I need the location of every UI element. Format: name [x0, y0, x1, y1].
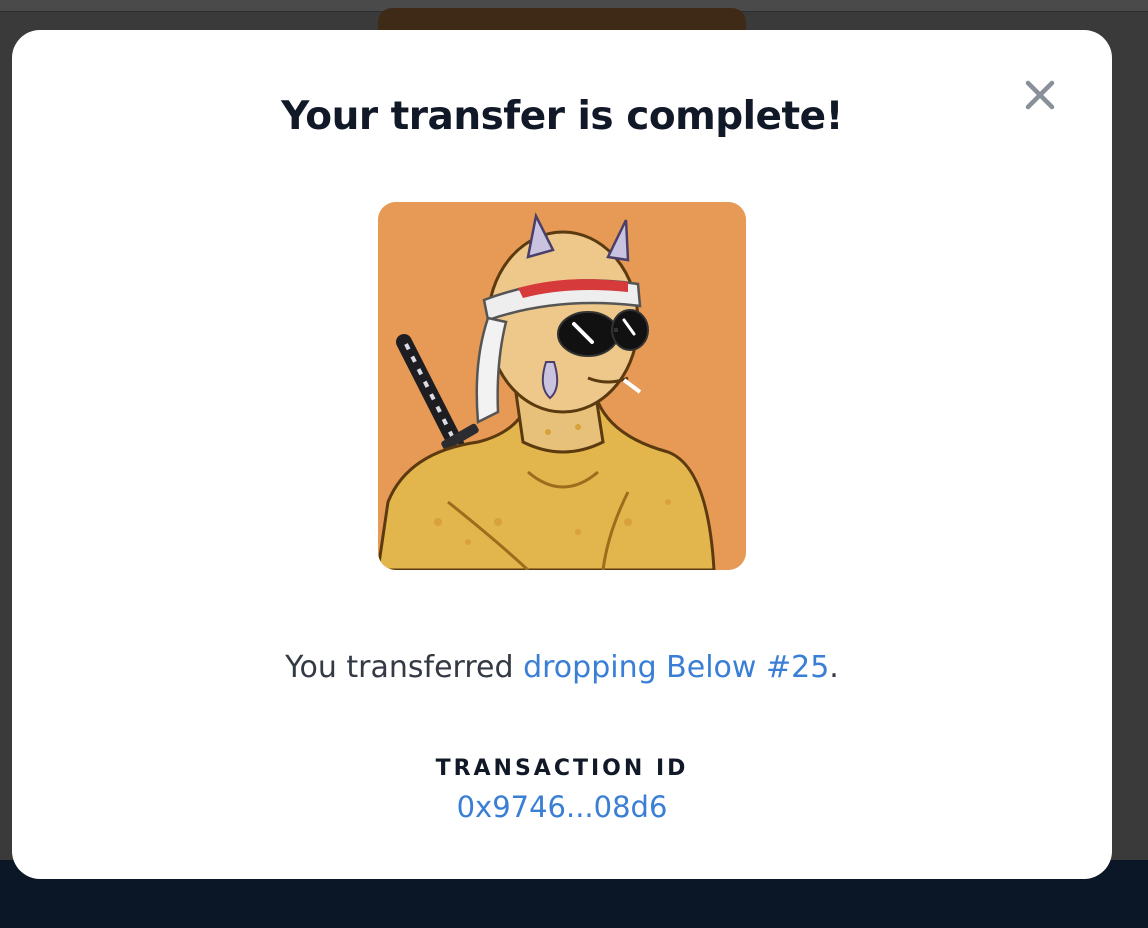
nft-image [378, 202, 746, 570]
nft-item-link[interactable]: dropping Below #25 [523, 650, 829, 685]
nft-artwork [378, 202, 746, 570]
modal-title: Your transfer is complete! [281, 94, 843, 139]
transfer-complete-modal: Your transfer is complete! You transferr… [12, 30, 1112, 879]
transfer-suffix: . [829, 650, 839, 685]
transaction-id-label: TRANSACTION ID [435, 756, 689, 781]
close-button[interactable] [1018, 73, 1062, 117]
close-icon [1025, 80, 1055, 110]
transfer-message: You transferred dropping Below #25. [12, 650, 1112, 685]
transfer-prefix: You transferred [285, 650, 524, 685]
transaction-id-link[interactable]: 0x9746...08d6 [12, 790, 1112, 824]
